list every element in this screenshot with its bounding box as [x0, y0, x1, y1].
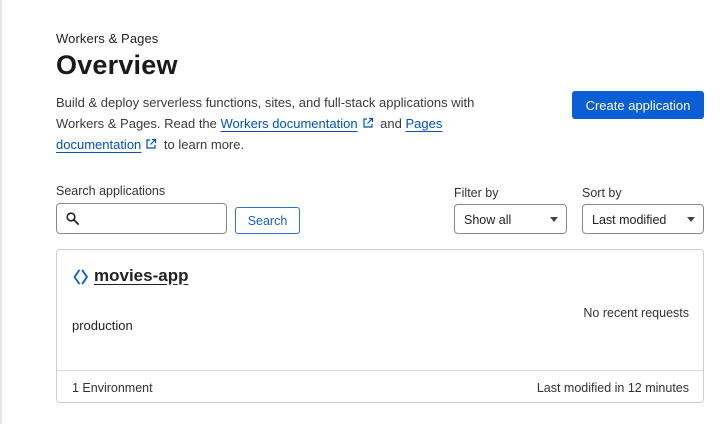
- external-link-icon[interactable]: [362, 117, 374, 129]
- deployment-branch: production: [72, 318, 133, 333]
- sort-select[interactable]: Last modified: [582, 204, 704, 234]
- filter-select[interactable]: Show all: [454, 204, 567, 234]
- sort-selected-value: Last modified: [592, 213, 667, 227]
- filter-selected-value: Show all: [464, 213, 512, 227]
- application-name-link[interactable]: movies-app: [94, 266, 188, 286]
- sort-label: Sort by: [582, 186, 622, 200]
- environment-count: 1 Environment: [72, 381, 153, 395]
- search-button[interactable]: Search: [235, 207, 300, 234]
- search-label: Search applications: [56, 184, 166, 198]
- sidebar-edge: [0, 0, 2, 424]
- main-content: Workers & Pages Overview Build & deploy …: [56, 0, 706, 424]
- workers-logo-icon: [73, 269, 88, 285]
- create-application-button[interactable]: Create application: [572, 91, 704, 119]
- card-divider: [57, 370, 703, 371]
- chevron-down-icon: [687, 217, 695, 222]
- page-title: Overview: [56, 50, 178, 80]
- breadcrumb: Workers & Pages: [56, 31, 159, 46]
- external-link-icon[interactable]: [145, 138, 157, 150]
- page-description: Build & deploy serverless functions, sit…: [56, 95, 475, 152]
- last-modified: Last modified in 12 minutes: [536, 381, 689, 395]
- workers-documentation-link[interactable]: Workers documentation: [221, 116, 358, 131]
- requests-status: No recent requests: [583, 306, 689, 320]
- chevron-down-icon: [550, 217, 558, 222]
- search-input[interactable]: [83, 207, 221, 230]
- filter-label: Filter by: [454, 186, 499, 200]
- search-icon: [66, 212, 79, 225]
- application-card[interactable]: movies-app production No recent requests…: [56, 249, 704, 403]
- search-field[interactable]: [56, 203, 227, 234]
